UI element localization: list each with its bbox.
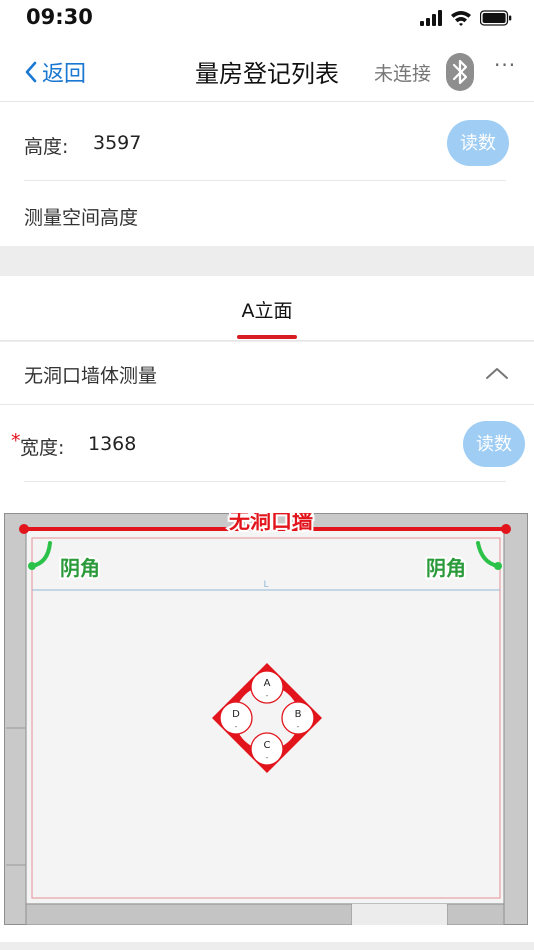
status-time: 09:30 <box>26 5 93 29</box>
right-corner-dot <box>494 562 502 570</box>
wall-label: 无洞口墙 <box>229 513 313 533</box>
wall-endpoint-right <box>501 524 511 534</box>
right-corner-label: 阴角 <box>426 556 466 580</box>
battery-icon <box>480 10 512 26</box>
elevation-tabs: A立面 <box>0 276 534 341</box>
left-corner-label: 阴角 <box>60 556 100 580</box>
wall-section-title: 无洞口墙体测量 <box>24 365 158 387</box>
height-panel: 高度: 3597 读数 测量空间高度 <box>0 102 534 246</box>
bluetooth-button[interactable] <box>446 53 474 91</box>
height-description: 测量空间高度 <box>24 207 139 229</box>
point-a-value: - <box>266 691 269 700</box>
bluetooth-icon <box>452 59 468 85</box>
wall-endpoint-left <box>19 524 29 534</box>
nav-bar: 返回 量房登记列表 未连接 ··· <box>0 40 534 102</box>
point-b-label: B <box>295 709 302 720</box>
divider <box>0 404 534 405</box>
point-a-label: A <box>264 678 271 689</box>
connection-status: 未连接 <box>374 63 432 85</box>
point-b-value: - <box>297 722 300 731</box>
width-read-button[interactable]: 读数 <box>463 421 525 467</box>
width-value: 1368 <box>88 433 137 455</box>
more-icon[interactable]: ··· <box>494 53 516 77</box>
point-d-value: - <box>235 722 238 731</box>
divider <box>24 481 506 482</box>
point-c-label: C <box>264 740 271 751</box>
status-icons <box>420 10 512 26</box>
point-c-value: - <box>266 753 269 762</box>
tab-active-indicator <box>237 335 297 339</box>
height-value: 3597 <box>93 132 142 154</box>
height-label: 高度: <box>24 136 69 158</box>
left-corner-dot <box>28 562 36 570</box>
chevron-up-icon[interactable] <box>485 366 509 380</box>
divider <box>24 180 506 181</box>
tab-a-elevation[interactable]: A立面 <box>0 296 534 323</box>
wifi-icon <box>451 11 471 26</box>
status-bar: 09:30 <box>0 0 534 40</box>
dimension-mark: L <box>263 580 268 590</box>
width-label: 宽度: <box>20 437 65 459</box>
bottom-wall-left <box>25 903 353 925</box>
bottom-wall-right <box>446 903 505 925</box>
wall-diagram: L 无洞口墙 阴角 阴角 A - B - C - D - <box>4 513 528 925</box>
door-gap <box>352 904 447 925</box>
height-read-button[interactable]: 读数 <box>447 120 509 166</box>
cellular-signal-icon <box>420 10 442 26</box>
point-d-label: D <box>232 709 240 720</box>
